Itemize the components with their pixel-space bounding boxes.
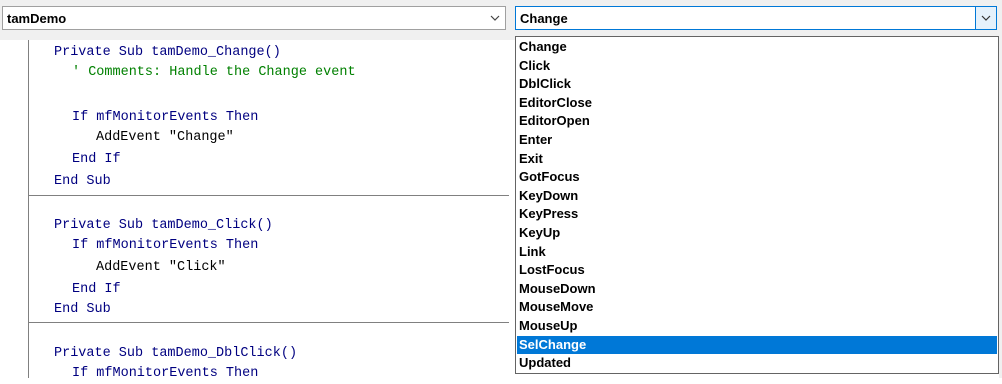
dropdown-item-updated[interactable]: Updated (517, 354, 997, 372)
procedure-combobox[interactable]: Change (515, 6, 997, 30)
code-line: End Sub (54, 302, 111, 317)
margin-indicator-bar (28, 40, 29, 378)
procedure-toolbar: tamDemo Change (0, 0, 1002, 40)
dropdown-item-link[interactable]: Link (517, 243, 997, 261)
code-line: If mfMonitorEvents Then (72, 110, 259, 125)
code-line: Private Sub tamDemo_DblClick() (54, 346, 298, 361)
dropdown-item-lostfocus[interactable]: LostFocus (517, 261, 997, 279)
dropdown-item-mouseup[interactable]: MouseUp (517, 317, 997, 335)
object-combobox[interactable]: tamDemo (2, 6, 506, 30)
dropdown-item-enter[interactable]: Enter (517, 131, 997, 149)
dropdown-item-mousemove[interactable]: MouseMove (517, 298, 997, 316)
dropdown-item-selchange[interactable]: SelChange (517, 335, 997, 354)
dropdown-item-editorclose[interactable]: EditorClose (517, 94, 997, 112)
dropdown-item-keyup[interactable]: KeyUp (517, 224, 997, 242)
code-line: Private Sub tamDemo_Click() (54, 218, 273, 233)
code-line: End Sub (54, 174, 111, 189)
dropdown-item-change[interactable]: Change (517, 38, 997, 56)
code-line-comment: ' Comments: Handle the Change event (72, 65, 356, 80)
dropdown-item-editoropen[interactable]: EditorOpen (517, 112, 997, 130)
code-line: End If (72, 152, 121, 167)
dropdown-item-keydown[interactable]: KeyDown (517, 187, 997, 205)
code-line: If mfMonitorEvents Then (72, 366, 259, 381)
code-line: If mfMonitorEvents Then (72, 238, 259, 253)
dropdown-item-keypress[interactable]: KeyPress (517, 205, 997, 223)
procedure-dropdown-list[interactable]: Change Click DblClick EditorClose EditorOpen… (515, 36, 999, 374)
object-combobox-value: tamDemo (7, 11, 67, 26)
procedure-separator (29, 322, 509, 323)
code-line: AddEvent "Change" (96, 130, 234, 145)
procedure-separator (29, 195, 509, 196)
chevron-down-icon[interactable] (975, 7, 996, 29)
dropdown-item-exit[interactable]: Exit (517, 150, 997, 168)
code-line: Private Sub tamDemo_Change() (54, 45, 281, 60)
dropdown-item-click[interactable]: Click (517, 57, 997, 75)
dropdown-item-mousedown[interactable]: MouseDown (517, 280, 997, 298)
code-line: AddEvent "Click" (96, 260, 226, 275)
code-line: End If (72, 282, 121, 297)
dropdown-item-gotfocus[interactable]: GotFocus (517, 168, 997, 186)
chevron-down-icon[interactable] (485, 7, 505, 29)
procedure-combobox-value: Change (520, 11, 568, 26)
dropdown-item-dblclick[interactable]: DblClick (517, 75, 997, 93)
